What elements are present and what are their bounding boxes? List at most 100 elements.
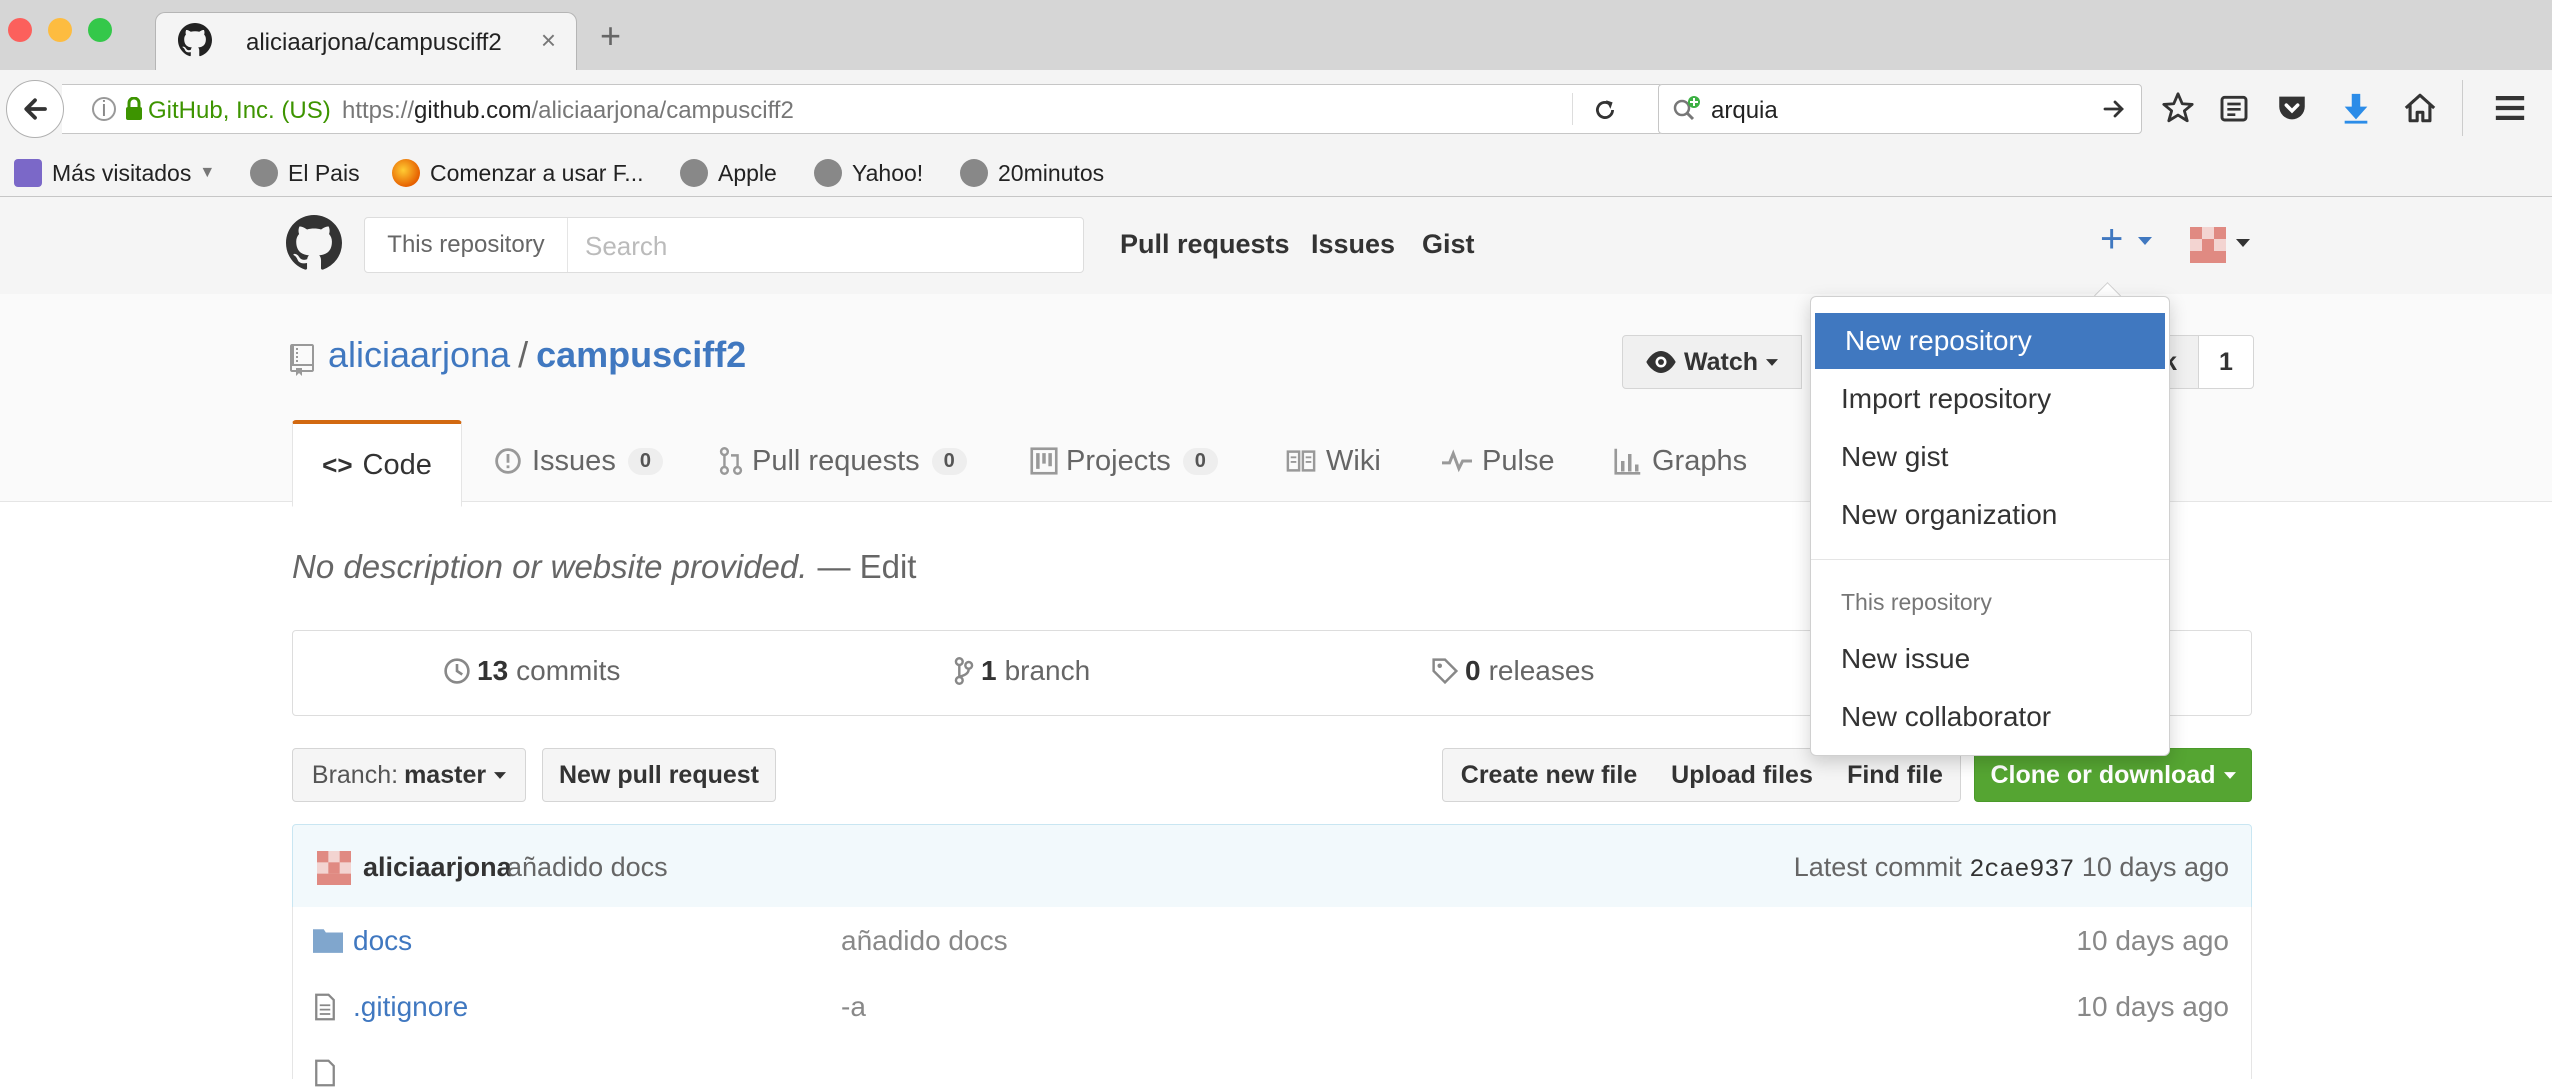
watch-button[interactable]: Watch bbox=[1622, 335, 1802, 389]
commit-message[interactable]: añadido docs bbox=[507, 852, 668, 883]
avatar[interactable] bbox=[317, 851, 351, 885]
tab-pull-requests[interactable]: Pull requests 0 bbox=[718, 420, 967, 502]
maximize-window-button[interactable] bbox=[88, 18, 112, 42]
file-commit-message[interactable]: -a bbox=[841, 991, 866, 1023]
code-icon: <> bbox=[322, 449, 353, 480]
pull-request-icon bbox=[719, 447, 743, 475]
info-icon[interactable]: i bbox=[92, 97, 116, 121]
project-icon bbox=[1030, 447, 1058, 475]
repo-name-link[interactable]: campusciff2 bbox=[536, 334, 746, 375]
create-new-plus-icon[interactable]: + bbox=[2100, 219, 2123, 259]
tab-counter: 0 bbox=[931, 447, 967, 475]
file-name-link[interactable]: docs bbox=[353, 925, 412, 957]
find-file-button[interactable]: Find file bbox=[1830, 748, 1961, 802]
nav-issues[interactable]: Issues bbox=[1311, 229, 1395, 260]
tab-projects[interactable]: Projects 0 bbox=[1030, 420, 1218, 502]
site-identity[interactable]: GitHub, Inc. (US) bbox=[148, 97, 331, 125]
downloads-icon[interactable] bbox=[2336, 88, 2376, 128]
bookmark-label: El Pais bbox=[288, 159, 360, 186]
clone-download-button[interactable]: Clone or download bbox=[1974, 748, 2252, 802]
menu-item-new-collaborator[interactable]: New collaborator bbox=[1811, 689, 2169, 745]
tab-counter: 0 bbox=[1182, 447, 1218, 475]
bookmark-firefox[interactable]: Comenzar a usar F... bbox=[392, 156, 643, 190]
bookmark-20minutos[interactable]: 20minutos bbox=[960, 156, 1104, 190]
search-engine-icon bbox=[1673, 96, 1700, 121]
releases-count[interactable]: 0 releases bbox=[1431, 655, 1594, 687]
reload-icon[interactable] bbox=[1592, 97, 1618, 123]
bookmark-el-pais[interactable]: El Pais bbox=[250, 156, 360, 190]
lock-icon bbox=[126, 97, 142, 120]
url-text[interactable]: https://github.com/aliciaarjona/campusci… bbox=[342, 97, 794, 125]
back-arrow-icon bbox=[24, 98, 47, 120]
nav-pull-requests[interactable]: Pull requests bbox=[1120, 229, 1290, 260]
branch-select-button[interactable]: Branch: master bbox=[292, 748, 526, 802]
new-tab-button[interactable]: + bbox=[600, 18, 621, 54]
create-new-dropdown: New repository Import repository New gis… bbox=[1810, 296, 2170, 756]
navigation-bar: i GitHub, Inc. (US) https://github.com/a… bbox=[0, 70, 2552, 150]
menu-item-new-repository[interactable]: New repository bbox=[1815, 313, 2165, 369]
back-button[interactable] bbox=[6, 80, 64, 138]
file-age: 10 days ago bbox=[2076, 925, 2229, 956]
reading-list-icon[interactable] bbox=[2214, 88, 2254, 128]
chevron-down-icon[interactable] bbox=[2236, 239, 2250, 247]
url-bar[interactable]: i GitHub, Inc. (US) https://github.com/a… bbox=[62, 84, 1663, 134]
menu-item-import-repository[interactable]: Import repository bbox=[1811, 371, 2169, 427]
tab-close-icon[interactable]: × bbox=[541, 25, 556, 56]
releases-label: releases bbox=[1488, 655, 1595, 686]
repo-search-box[interactable]: This repository bbox=[364, 217, 1084, 273]
globe-icon bbox=[814, 159, 842, 187]
upload-files-button[interactable]: Upload files bbox=[1654, 748, 1831, 802]
menu-icon[interactable] bbox=[2490, 88, 2530, 128]
tab-graphs[interactable]: Graphs bbox=[1614, 420, 1747, 502]
commits-count[interactable]: 13 commits bbox=[443, 655, 620, 687]
watch-label: Watch bbox=[1683, 347, 1759, 376]
chevron-down-icon bbox=[1766, 358, 1779, 366]
bookmark-star-icon[interactable] bbox=[2158, 88, 2198, 128]
menu-item-new-organization[interactable]: New organization bbox=[1811, 487, 2169, 543]
browser-titlebar: aliciaarjona/campusciff2 × + bbox=[0, 0, 2552, 71]
branch-count[interactable]: 1 branch bbox=[953, 655, 1090, 687]
edit-description-link[interactable]: — Edit bbox=[817, 548, 916, 585]
commit-author[interactable]: aliciaarjona bbox=[363, 852, 512, 883]
file-name-link[interactable]: .gitignore bbox=[353, 991, 468, 1023]
pocket-icon[interactable] bbox=[2272, 88, 2312, 128]
nav-gist[interactable]: Gist bbox=[1422, 229, 1475, 260]
menu-item-new-gist[interactable]: New gist bbox=[1811, 429, 2169, 485]
latest-commit-bar: aliciaarjona añadido docs Latest commit … bbox=[292, 824, 2252, 908]
bookmark-apple[interactable]: Apple bbox=[680, 156, 777, 190]
browser-tab[interactable]: aliciaarjona/campusciff2 × bbox=[155, 12, 577, 71]
bookmark-yahoo[interactable]: Yahoo! bbox=[814, 156, 923, 190]
create-new-file-button[interactable]: Create new file bbox=[1442, 748, 1656, 802]
file-icon bbox=[315, 993, 335, 1021]
search-bar[interactable]: arquia bbox=[1658, 84, 2142, 134]
chevron-down-icon[interactable] bbox=[2138, 237, 2152, 245]
search-go-icon[interactable] bbox=[2101, 97, 2127, 121]
folder-icon bbox=[313, 929, 343, 953]
avatar[interactable] bbox=[2190, 227, 2226, 263]
bookmark-most-visited[interactable]: Más visitados ▼ bbox=[14, 156, 215, 190]
dropdown-divider bbox=[1811, 559, 2169, 560]
tag-icon bbox=[1432, 658, 1459, 685]
new-pull-request-button[interactable]: New pull request bbox=[542, 748, 776, 802]
minimize-window-button[interactable] bbox=[48, 18, 72, 42]
github-logo-icon[interactable] bbox=[286, 215, 342, 271]
file-commit-message[interactable]: añadido docs bbox=[841, 925, 1008, 957]
search-input[interactable] bbox=[583, 228, 1067, 264]
tab-pulse[interactable]: Pulse bbox=[1442, 420, 1555, 502]
tab-issues[interactable]: Issues 0 bbox=[494, 420, 663, 502]
repo-icon bbox=[290, 344, 314, 376]
close-window-button[interactable] bbox=[8, 18, 32, 42]
branch-icon bbox=[954, 657, 974, 685]
issue-icon bbox=[495, 448, 521, 474]
latest-commit-label: Latest commit bbox=[1793, 852, 1962, 882]
menu-item-new-issue[interactable]: New issue bbox=[1811, 631, 2169, 687]
tab-wiki[interactable]: Wiki bbox=[1286, 420, 1381, 502]
tab-label: Pulse bbox=[1482, 444, 1555, 477]
chevron-down-icon: ▼ bbox=[199, 164, 216, 181]
repo-owner-link[interactable]: aliciaarjona bbox=[328, 334, 510, 375]
bookmark-label: Apple bbox=[718, 159, 777, 186]
home-icon[interactable] bbox=[2400, 88, 2440, 128]
commit-sha-link[interactable]: 2cae937 bbox=[1969, 855, 2074, 884]
fork-count[interactable]: 1 bbox=[2198, 335, 2254, 389]
tab-code[interactable]: <> Code bbox=[292, 420, 462, 507]
